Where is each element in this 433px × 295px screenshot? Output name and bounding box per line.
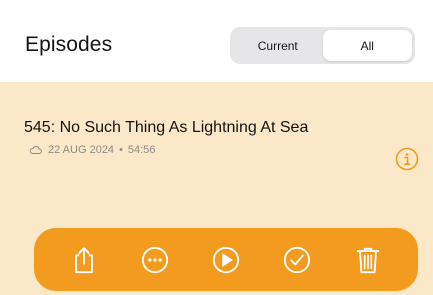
- meta-separator: •: [119, 144, 123, 156]
- info-icon[interactable]: [395, 147, 419, 171]
- play-icon[interactable]: [206, 240, 246, 280]
- episode-title: 545: No Such Thing As Lightning At Sea: [24, 119, 309, 136]
- episode-date: 22 AUG 2024: [48, 144, 115, 156]
- share-icon[interactable]: [64, 240, 104, 280]
- cloud-icon: [29, 146, 42, 154]
- episodes-header: Episodes Current All: [0, 0, 433, 82]
- episode-meta: 22 AUG 2024 • 54:56: [29, 144, 155, 156]
- trash-icon[interactable]: [348, 240, 388, 280]
- filter-current-button[interactable]: Current: [233, 30, 323, 61]
- episode-action-bar: [34, 228, 418, 291]
- more-icon[interactable]: [135, 240, 175, 280]
- episode-filter-control: Current All: [230, 27, 415, 64]
- episode-duration: 54:56: [127, 144, 156, 156]
- page-title: Episodes: [25, 33, 113, 56]
- filter-all-button[interactable]: All: [322, 30, 412, 61]
- mark-played-icon[interactable]: [277, 240, 317, 280]
